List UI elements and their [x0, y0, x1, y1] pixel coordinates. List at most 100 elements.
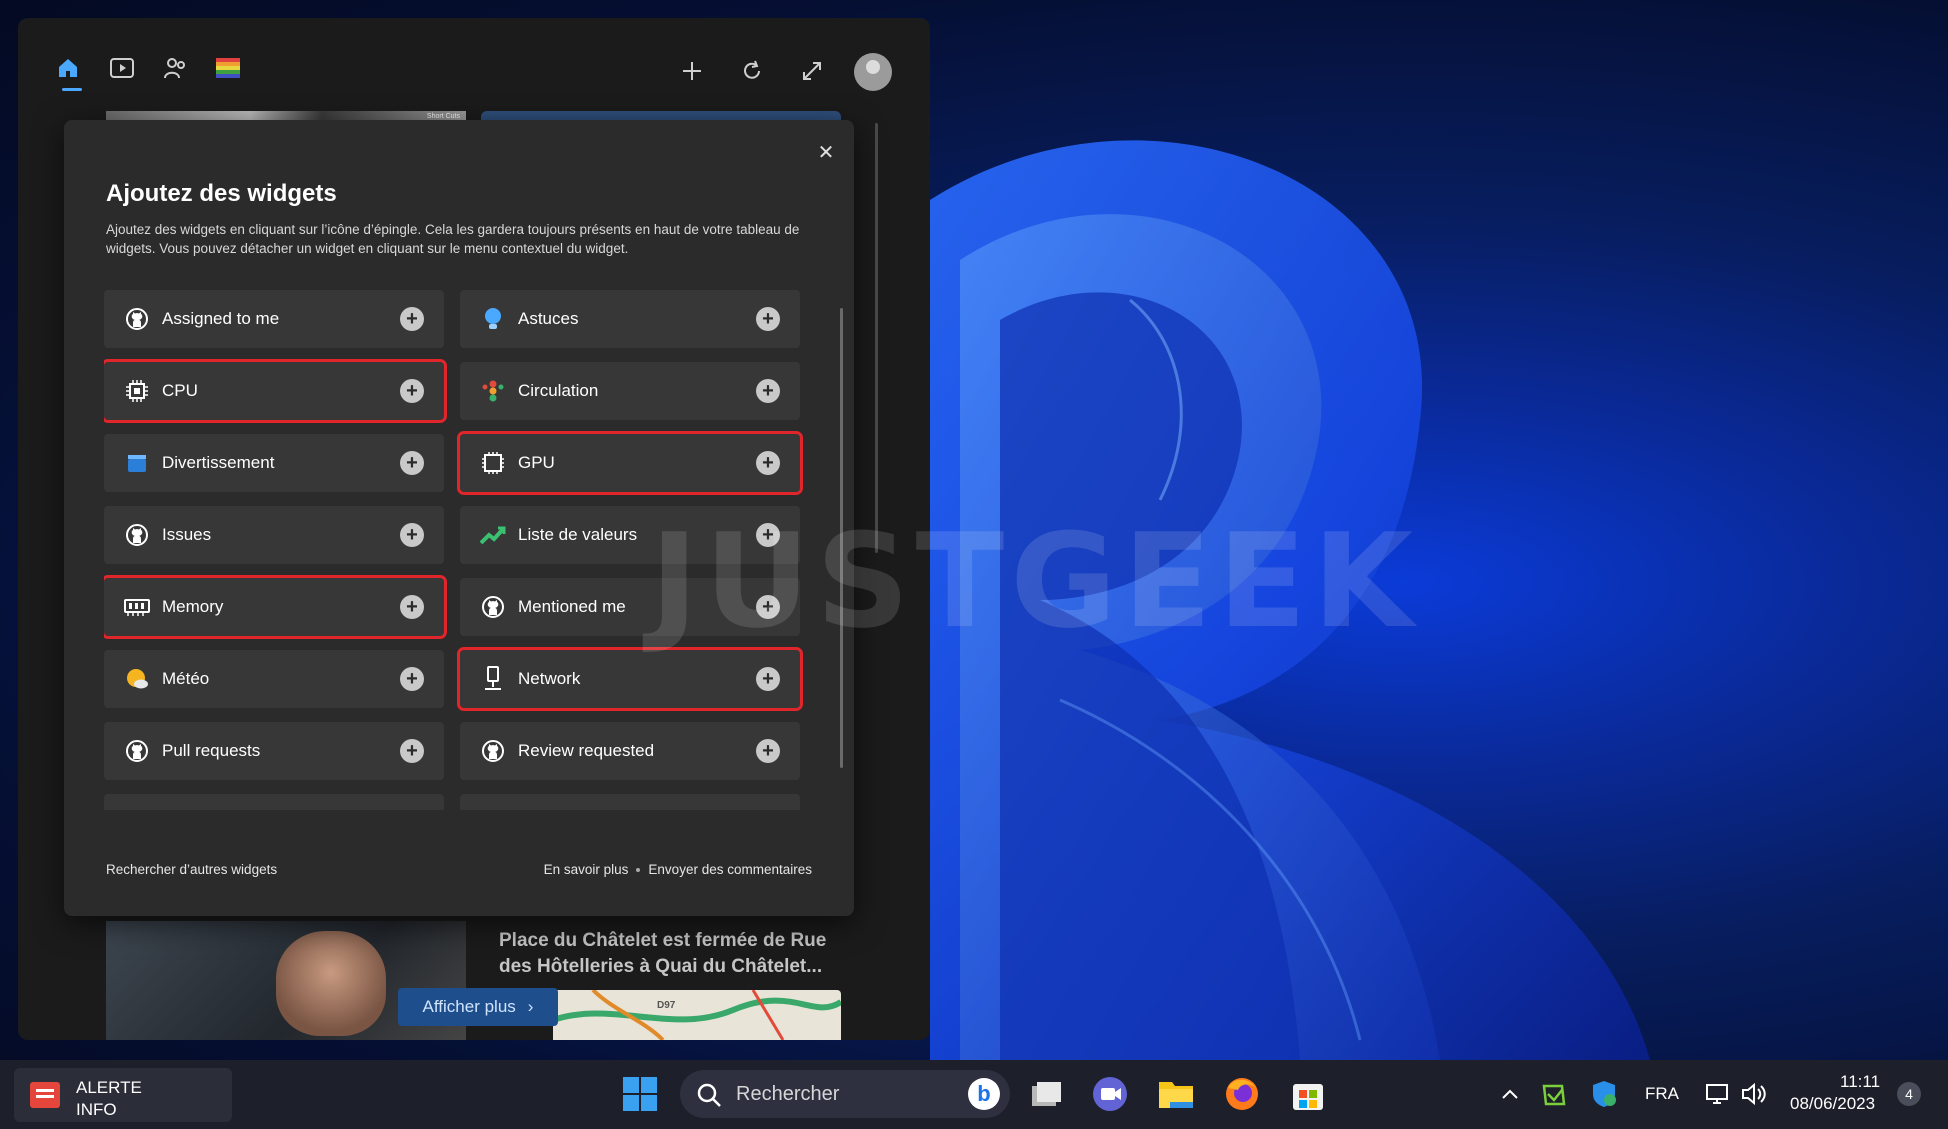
start-icon[interactable]	[620, 1074, 660, 1114]
widget-label: CPU	[162, 381, 198, 400]
learn-more-link[interactable]: En savoir plus	[544, 862, 629, 877]
show-more-button[interactable]: Afficher plus ›	[398, 988, 558, 1026]
add-widget-button[interactable]: +	[756, 379, 780, 403]
expand-icon[interactable]	[792, 51, 832, 91]
alert-info-widget[interactable]: ALERTE INFO	[14, 1068, 232, 1122]
add-widget-button[interactable]: +	[400, 667, 424, 691]
widget-item-pull-requests[interactable]: Pull requests +	[104, 722, 444, 780]
alert-title: ALERTE	[76, 1078, 142, 1097]
security-icon[interactable]	[1584, 1074, 1624, 1114]
widget-item-astuces[interactable]: Astuces +	[460, 290, 800, 348]
clapperboard-icon	[124, 450, 150, 476]
dialog-title: Ajoutez des widgets	[106, 180, 337, 207]
github-icon	[124, 738, 150, 764]
memory-icon	[124, 594, 150, 620]
taskbar: ALERTE INFO Rechercher b FRA 11:11 08/06…	[0, 1060, 1948, 1129]
refresh-icon[interactable]	[732, 51, 772, 91]
dialog-footer-links: En savoir plus Envoyer des commentaires	[544, 862, 812, 877]
widget-label: Network	[518, 669, 581, 688]
add-widget-button[interactable]: +	[400, 523, 424, 547]
firefox-icon[interactable]	[1222, 1074, 1262, 1114]
plus-icon[interactable]	[672, 51, 712, 91]
widget-label: Memory	[162, 597, 224, 616]
widget-item-gpu[interactable]: GPU +	[457, 431, 803, 495]
close-icon[interactable]: ✕	[812, 138, 840, 166]
search-icon	[696, 1082, 722, 1113]
volume-icon[interactable]	[1734, 1074, 1774, 1114]
network-icon	[480, 666, 506, 692]
video-icon[interactable]	[102, 48, 142, 88]
bing-icon[interactable]: b	[968, 1078, 1000, 1110]
gpu-icon	[480, 450, 506, 476]
widget-label: Circulation	[518, 381, 599, 400]
add-widget-button[interactable]: +	[400, 307, 424, 331]
widget-label: GPU	[518, 453, 555, 472]
show-more-label: Afficher plus	[422, 997, 516, 1016]
news-card-peek-label: Short Cuts	[426, 113, 460, 120]
widget-item-divertissement[interactable]: Divertissement +	[104, 434, 444, 492]
weather-sun-icon	[124, 666, 150, 692]
widget-item-issues[interactable]: Issues +	[104, 506, 444, 564]
widget-label: Liste de valeurs	[518, 525, 638, 544]
add-widget-button[interactable]: +	[400, 739, 424, 763]
github-icon	[480, 594, 506, 620]
lightbulb-icon	[480, 306, 506, 332]
taskbar-search[interactable]: Rechercher b	[680, 1070, 1010, 1118]
news-headline[interactable]: Place du Châtelet est fermée de Rue des …	[499, 928, 839, 980]
github-icon	[124, 306, 150, 332]
dialog-description: Ajoutez des widgets en cliquant sur l’ic…	[106, 222, 800, 256]
widget-label: Assigned to me	[162, 309, 280, 328]
widget-label: Météo	[162, 669, 210, 688]
network-tray-icon[interactable]	[1698, 1074, 1738, 1114]
teams-icon[interactable]	[1090, 1074, 1130, 1114]
widget-label: Astuces	[518, 309, 579, 328]
widget-label: Divertissement	[162, 453, 275, 472]
app-tray-icon[interactable]	[1534, 1074, 1574, 1114]
add-widget-button[interactable]: +	[400, 379, 424, 403]
notification-badge[interactable]: 4	[1897, 1082, 1921, 1106]
language-indicator[interactable]: FRA	[1645, 1084, 1679, 1104]
find-more-widgets-link[interactable]: Rechercher d’autres widgets	[106, 862, 277, 877]
add-widget-button[interactable]: +	[400, 595, 424, 619]
widget-item-circulation[interactable]: Circulation +	[460, 362, 800, 420]
widget-item-assigned-to-me[interactable]: Assigned to me +	[104, 290, 444, 348]
widget-label: Issues	[162, 525, 212, 544]
widget-label: Mentioned me	[518, 597, 626, 616]
widget-item-partial[interactable]	[460, 794, 800, 810]
store-icon[interactable]	[1288, 1074, 1328, 1114]
add-widget-button[interactable]: +	[756, 451, 780, 475]
traffic-map[interactable]: D97	[553, 990, 841, 1040]
widget-label: Pull requests	[162, 741, 261, 760]
clock-date[interactable]: 08/06/2023	[1790, 1094, 1875, 1114]
map-road-label: D97	[657, 1000, 676, 1011]
add-widget-button[interactable]: +	[756, 667, 780, 691]
widget-item-network[interactable]: Network +	[457, 647, 803, 711]
github-icon	[480, 738, 506, 764]
traffic-light-icon	[480, 378, 506, 404]
board-scrollbar[interactable]	[875, 123, 878, 553]
file-explorer-icon[interactable]	[1156, 1074, 1196, 1114]
widget-item-meteo[interactable]: Météo +	[104, 650, 444, 708]
widget-item-partial[interactable]	[104, 794, 444, 810]
add-widget-button[interactable]: +	[756, 307, 780, 331]
search-placeholder: Rechercher	[736, 1083, 840, 1105]
stock-chart-icon	[480, 522, 506, 548]
people-icon[interactable]	[156, 48, 196, 88]
task-view-icon[interactable]	[1026, 1074, 1066, 1114]
chevron-up-icon[interactable]	[1490, 1074, 1530, 1114]
add-widget-button[interactable]: +	[400, 451, 424, 475]
rainbow-flag-icon[interactable]	[208, 48, 248, 88]
home-icon[interactable]	[48, 48, 88, 88]
separator-dot	[636, 867, 641, 872]
widget-item-review-requested[interactable]: Review requested +	[460, 722, 800, 780]
widget-item-memory[interactable]: Memory +	[104, 575, 447, 639]
add-widget-button[interactable]: +	[756, 739, 780, 763]
widget-label: Review requested	[518, 741, 655, 760]
send-feedback-link[interactable]: Envoyer des commentaires	[648, 862, 812, 877]
widget-item-cpu[interactable]: CPU +	[104, 359, 447, 423]
watermark: JUSTGEEK	[650, 505, 1420, 657]
clock-time[interactable]: 11:11	[1840, 1072, 1880, 1092]
avatar[interactable]	[854, 53, 892, 91]
news-alert-icon	[30, 1082, 60, 1108]
active-tab-indicator	[62, 88, 82, 91]
